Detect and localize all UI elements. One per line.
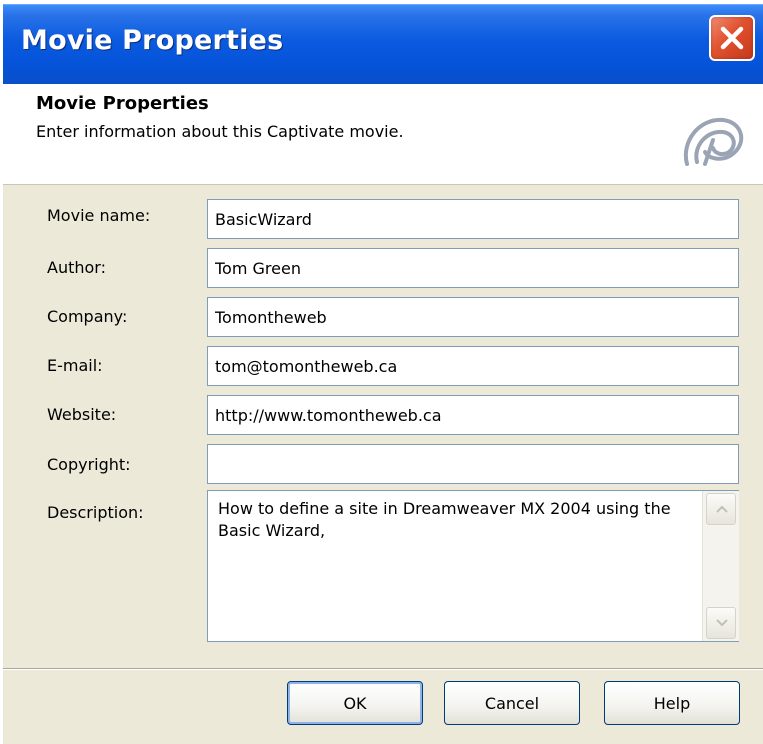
scroll-up-button[interactable] xyxy=(706,493,736,525)
movie-name-field[interactable] xyxy=(207,199,739,239)
email-label: E-mail: xyxy=(47,356,103,375)
header-title: Movie Properties xyxy=(36,93,209,114)
description-scrollbar[interactable] xyxy=(702,491,739,641)
description-field[interactable]: How to define a site in Dreamweaver MX 2… xyxy=(208,491,700,641)
description-label: Description: xyxy=(47,503,144,522)
copyright-label: Copyright: xyxy=(47,455,131,474)
window-title: Movie Properties xyxy=(21,25,284,56)
website-field[interactable] xyxy=(207,395,739,435)
chevron-down-icon xyxy=(716,619,728,627)
dialog-header: Movie Properties Enter information about… xyxy=(3,84,763,185)
chevron-up-icon xyxy=(716,505,728,513)
movie-name-label: Movie name: xyxy=(47,206,151,225)
captivate-logo-icon xyxy=(683,117,744,166)
movie-properties-dialog: Movie Properties Movie Properties Enter … xyxy=(3,4,763,744)
cancel-button[interactable]: Cancel xyxy=(444,681,580,725)
company-label: Company: xyxy=(47,307,128,326)
author-label: Author: xyxy=(47,258,106,277)
copyright-field[interactable] xyxy=(207,444,739,484)
title-bar[interactable]: Movie Properties xyxy=(3,4,763,85)
header-subtitle: Enter information about this Captivate m… xyxy=(36,122,404,141)
properties-form: Movie name: Author: Company: E-mail: Web… xyxy=(3,185,763,655)
close-button[interactable] xyxy=(709,15,755,61)
scroll-down-button[interactable] xyxy=(706,607,736,639)
website-label: Website: xyxy=(47,405,117,424)
description-box: How to define a site in Dreamweaver MX 2… xyxy=(207,490,739,642)
close-icon xyxy=(720,26,744,50)
help-button[interactable]: Help xyxy=(604,681,740,725)
author-field[interactable] xyxy=(207,248,739,288)
button-separator xyxy=(3,668,763,670)
ok-button[interactable]: OK xyxy=(287,681,423,725)
company-field[interactable] xyxy=(207,297,739,337)
email-field[interactable] xyxy=(207,346,739,386)
